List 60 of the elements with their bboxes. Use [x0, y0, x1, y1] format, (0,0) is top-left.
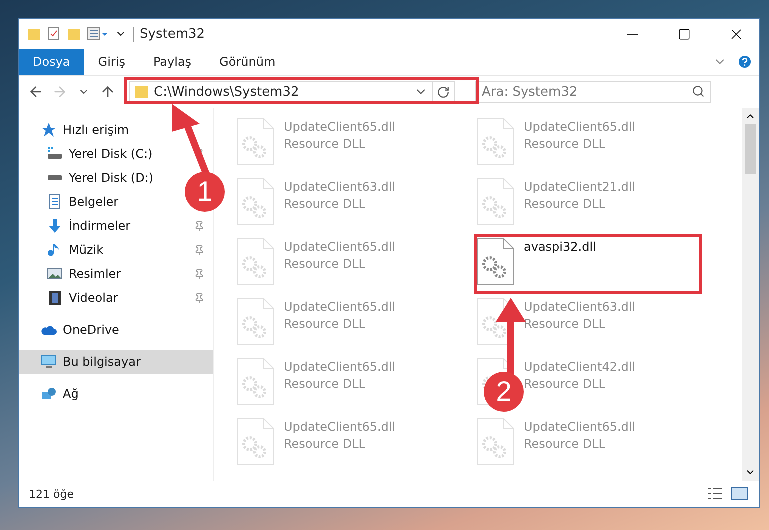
sidebar-item[interactable]: OneDrive — [19, 318, 128, 342]
file-type: Resource DLL — [284, 437, 366, 451]
file-gears-icon — [236, 178, 276, 226]
network-icon — [41, 386, 57, 402]
file-type: Resource DLL — [284, 257, 366, 271]
sidebar-item[interactable]: Videolar — [19, 286, 213, 310]
file-type: Resource DLL — [284, 137, 366, 151]
search-icon — [692, 85, 705, 98]
file-type: Resource DLL — [284, 197, 366, 211]
file-gears-icon — [236, 238, 276, 286]
file-gears-icon — [236, 298, 276, 346]
window-title: System32 — [133, 26, 603, 42]
file-type: Resource DLL — [284, 377, 366, 391]
file-menu-tab[interactable]: Dosya — [19, 49, 84, 75]
search-field[interactable]: Ara: System32 — [475, 81, 711, 103]
sidebar-item[interactable]: Belgeler — [19, 190, 127, 214]
file-gears-icon — [236, 118, 276, 166]
sidebar-item[interactable]: Hızlı erişim — [19, 118, 138, 142]
sidebar-item[interactable]: Yerel Disk (C:) — [19, 142, 213, 166]
folder-icon — [134, 84, 150, 100]
view-options-icon[interactable] — [87, 27, 109, 41]
sidebar-item[interactable]: Ağ — [19, 382, 87, 406]
document-icon — [47, 194, 63, 210]
file-gears-icon — [236, 418, 276, 466]
ribbon-tab[interactable]: Paylaş — [139, 49, 206, 75]
properties-icon[interactable] — [47, 27, 61, 41]
sidebar-item[interactable]: Yerel Disk (D:) — [19, 166, 162, 190]
file-type: Resource DLL — [524, 437, 606, 451]
refresh-icon — [437, 86, 450, 98]
details-view-icon[interactable] — [707, 487, 723, 501]
folder-icon — [27, 27, 41, 41]
drive-icon — [47, 175, 63, 181]
file-gears-icon — [236, 358, 276, 406]
ribbon-tab[interactable]: Giriş — [84, 49, 140, 75]
maximize-icon — [678, 28, 690, 40]
file-type: Resource DLL — [284, 317, 366, 331]
file-type: Resource DLL — [524, 197, 606, 211]
picture-icon — [47, 266, 63, 282]
film-icon — [47, 290, 63, 306]
ribbon-tab[interactable]: Görünüm — [206, 49, 290, 75]
file-type: Resource DLL — [524, 137, 606, 151]
file-gears-icon — [476, 418, 516, 466]
large-icons-view-icon[interactable] — [731, 487, 749, 501]
file-gears-icon — [476, 118, 516, 166]
scroll-thumb[interactable] — [745, 124, 756, 174]
file-gears-icon — [476, 178, 516, 226]
item-count: 121 öğe — [29, 488, 75, 500]
file-type: Resource DLL — [524, 377, 606, 391]
sidebar-item[interactable]: İndirmeler — [19, 214, 213, 238]
computer-icon — [41, 354, 57, 370]
file-type: Resource DLL — [524, 317, 606, 331]
file-name[interactable]: avaspi32.dll — [524, 240, 596, 254]
sidebar-item[interactable]: Müzik — [19, 238, 213, 262]
star-icon — [41, 122, 57, 138]
help-icon[interactable] — [737, 54, 753, 70]
drive-icon — [47, 146, 63, 162]
sidebar-item[interactable]: Bu bilgisayar — [19, 350, 213, 374]
download-icon — [47, 218, 63, 234]
sidebar-item[interactable]: Resimler — [19, 262, 213, 286]
file-gears-icon — [476, 238, 516, 286]
